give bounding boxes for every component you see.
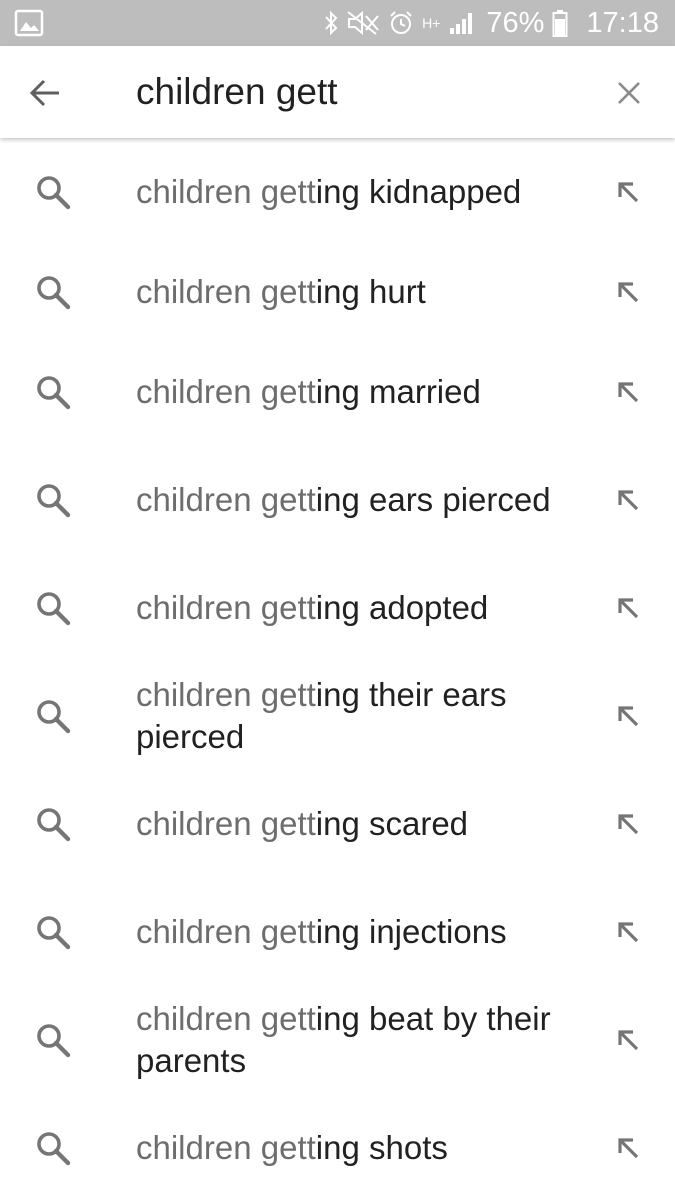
suggestion-list: children getting kidnapped children gett… — [0, 138, 675, 1202]
suggestion-typed-part: children gett — [136, 1000, 316, 1037]
suggestion-item[interactable]: children getting shots — [0, 1094, 675, 1202]
search-icon — [37, 276, 71, 310]
search-input[interactable] — [136, 66, 576, 118]
arrow-up-left-icon[interactable] — [613, 917, 643, 947]
suggestion-completion: ing married — [315, 373, 481, 410]
search-icon — [37, 916, 71, 950]
arrow-up-left-icon[interactable] — [613, 277, 643, 307]
arrow-up-left-icon[interactable] — [613, 701, 643, 731]
suggestion-text: children getting shots — [136, 1127, 576, 1169]
suggestion-item[interactable]: children getting married — [0, 338, 675, 446]
search-icon — [37, 592, 71, 626]
search-bar — [0, 46, 675, 138]
suggestion-text: children getting hurt — [136, 271, 576, 313]
search-icon — [37, 376, 71, 410]
battery-percent: 76% — [486, 6, 545, 39]
suggestion-item[interactable]: children getting ears pierced — [0, 446, 675, 554]
clock: 17:18 — [586, 6, 659, 39]
suggestion-text: children getting ears pierced — [136, 479, 576, 521]
back-button[interactable] — [22, 70, 68, 116]
arrow-up-left-icon[interactable] — [613, 485, 643, 515]
alarm-icon — [390, 11, 412, 34]
suggestion-completion: ing kidnapped — [315, 173, 522, 210]
suggestion-text: children getting adopted — [136, 587, 576, 629]
suggestion-item[interactable]: children getting hurt — [0, 246, 675, 338]
search-icon — [37, 1132, 71, 1166]
bluetooth-icon — [325, 10, 338, 36]
arrow-up-left-icon[interactable] — [613, 377, 643, 407]
suggestion-typed-part: children gett — [136, 173, 316, 210]
close-icon — [618, 82, 640, 104]
suggestion-typed-part: children gett — [136, 589, 316, 626]
search-icon — [37, 808, 71, 842]
arrow-up-left-icon[interactable] — [613, 177, 643, 207]
battery-icon — [552, 10, 568, 37]
clear-button[interactable] — [608, 72, 650, 114]
search-icon — [37, 700, 71, 734]
suggestion-text: children getting kidnapped — [136, 171, 576, 213]
suggestion-completion: ing scared — [315, 805, 469, 842]
suggestion-completion: ing adopted — [315, 589, 489, 626]
arrow-back-icon — [29, 79, 59, 107]
suggestion-item[interactable]: children getting injections — [0, 878, 675, 986]
data-type-label: H+ — [422, 15, 441, 31]
suggestion-item[interactable]: children getting beat by their parents — [0, 986, 675, 1094]
suggestion-text: children getting scared — [136, 803, 576, 845]
suggestion-completion: ing ears pierced — [315, 481, 551, 518]
gallery-notification-icon — [14, 9, 44, 37]
search-icon — [37, 484, 71, 518]
arrow-up-left-icon[interactable] — [613, 1025, 643, 1055]
suggestion-typed-part: children gett — [136, 676, 316, 713]
suggestion-item[interactable]: children getting adopted — [0, 554, 675, 662]
arrow-up-left-icon[interactable] — [613, 593, 643, 623]
suggestion-item[interactable]: children getting kidnapped — [0, 138, 675, 246]
suggestion-completion: ing hurt — [315, 273, 426, 310]
suggestion-typed-part: children gett — [136, 373, 316, 410]
suggestion-typed-part: children gett — [136, 805, 316, 842]
suggestion-text: children getting beat by their parents — [136, 998, 576, 1082]
suggestion-typed-part: children gett — [136, 1129, 316, 1166]
suggestion-completion: ing shots — [315, 1129, 448, 1166]
arrow-up-left-icon[interactable] — [613, 809, 643, 839]
suggestion-typed-part: children gett — [136, 273, 316, 310]
arrow-up-left-icon[interactable] — [613, 1133, 643, 1163]
mute-icon — [347, 10, 379, 36]
status-bar: H+ 76% 17:18 — [0, 0, 675, 46]
suggestion-text: children getting married — [136, 371, 576, 413]
suggestion-typed-part: children gett — [136, 913, 316, 950]
suggestion-completion: ing injections — [315, 913, 507, 950]
suggestion-text: children getting injections — [136, 911, 576, 953]
status-icons: H+ 76% 17:18 — [324, 0, 659, 46]
suggestion-text: children getting their ears pierced — [136, 674, 576, 758]
suggestion-item[interactable]: children getting their ears pierced — [0, 662, 675, 770]
suggestion-item[interactable]: children getting scared — [0, 770, 675, 878]
signal-icon — [450, 13, 473, 34]
suggestion-typed-part: children gett — [136, 481, 316, 518]
search-icon — [37, 176, 71, 210]
search-icon — [37, 1024, 71, 1058]
